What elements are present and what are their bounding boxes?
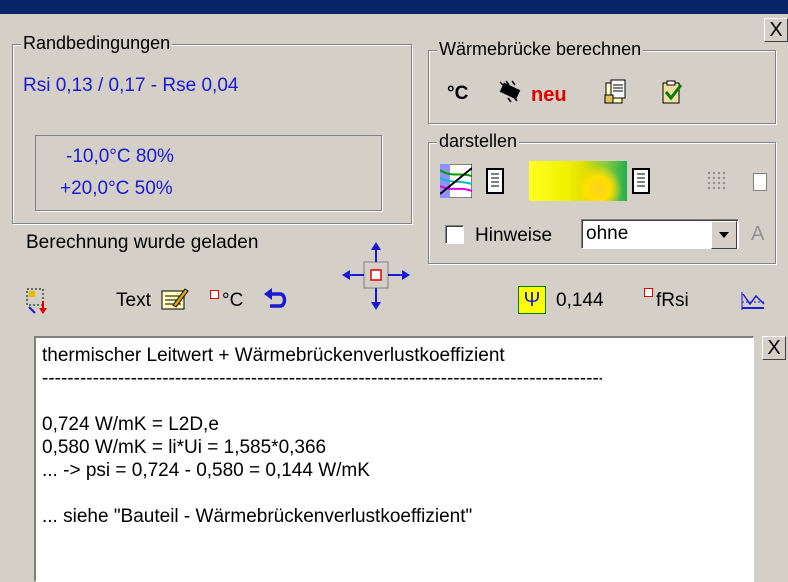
display-mode-select[interactable]: ohne bbox=[581, 219, 739, 249]
waermebruecke-legend: Wärmebrücke berechnen bbox=[437, 39, 644, 60]
output-line: ----------------------------------------… bbox=[42, 368, 602, 389]
resistance-values[interactable]: Rsi 0,13 / 0,17 - Rse 0,04 bbox=[23, 75, 238, 97]
close-icon: X bbox=[767, 337, 781, 359]
text-edit-icon[interactable] bbox=[158, 284, 190, 314]
title-bar bbox=[0, 0, 788, 14]
toolbar-celsius-button[interactable]: °C bbox=[222, 290, 243, 312]
darstellen-group: darstellen Hinweise ohne A bbox=[428, 131, 776, 264]
grid-checkbox[interactable] bbox=[753, 173, 767, 191]
output-close-button[interactable]: X bbox=[762, 336, 786, 360]
document-icon[interactable] bbox=[601, 77, 631, 107]
chip-icon[interactable] bbox=[495, 77, 525, 107]
randbedingungen-legend: Randbedingungen bbox=[21, 33, 173, 54]
celsius-calc-button[interactable]: °C bbox=[447, 83, 468, 105]
display-mode-value: ohne bbox=[586, 223, 629, 244]
frsi-button[interactable]: fRsi bbox=[656, 290, 689, 312]
window-close-button[interactable]: X bbox=[764, 18, 788, 42]
dropdown-button[interactable] bbox=[711, 221, 737, 249]
hinweise-label: Hinweise bbox=[475, 225, 553, 246]
legend-icon-1[interactable] bbox=[483, 167, 507, 195]
output-lines: thermischer Leitwert + Wärmebrückenverlu… bbox=[42, 344, 747, 528]
status-text: Berechnung wurde geladen bbox=[26, 232, 259, 253]
darstellen-legend: darstellen bbox=[437, 131, 520, 152]
frsi-marker-icon bbox=[644, 288, 653, 297]
psi-icon: Ψ bbox=[523, 288, 541, 311]
color-gradient-icon bbox=[579, 161, 627, 201]
text-label: Text bbox=[116, 290, 151, 311]
move-arrows-icon bbox=[342, 242, 410, 310]
color-view-button[interactable] bbox=[529, 161, 627, 201]
climate-box[interactable]: -10,0°C 80% +20,0°C 50% bbox=[35, 135, 382, 211]
randbedingungen-group: Randbedingungen Rsi 0,13 / 0,17 - Rse 0,… bbox=[12, 33, 412, 224]
psi-button[interactable]: Ψ bbox=[518, 286, 546, 314]
psi-value: 0,144 bbox=[556, 290, 604, 311]
undo-icon[interactable] bbox=[260, 286, 290, 314]
selection-arrow-icon[interactable] bbox=[24, 286, 54, 316]
output-line: 0,724 W/mK = L2D,e bbox=[42, 414, 219, 435]
output-line: ... siehe "Bauteil - Wärmebrückenverlust… bbox=[42, 506, 473, 527]
output-line: ... -> psi = 0,724 - 0,580 = 0,144 W/mK bbox=[42, 460, 370, 481]
hinweise-checkbox[interactable] bbox=[445, 225, 464, 244]
climate-inside: +20,0°C 50% bbox=[60, 178, 173, 199]
chevron-down-icon bbox=[719, 232, 729, 238]
clipboard-check-icon[interactable] bbox=[657, 77, 687, 107]
neu-button[interactable]: neu bbox=[531, 84, 567, 107]
close-icon: X bbox=[769, 19, 783, 41]
output-line: 0,580 W/mK = li*Ui = 1,585*0,366 bbox=[42, 437, 327, 458]
legend-icon-2[interactable] bbox=[629, 167, 653, 195]
isotherm-view-button[interactable] bbox=[439, 163, 473, 199]
grid-dots-icon[interactable] bbox=[705, 169, 729, 193]
waermebruecke-group: Wärmebrücke berechnen °C neu bbox=[428, 39, 776, 124]
move-arrows-button[interactable] bbox=[340, 240, 412, 312]
output-line: thermischer Leitwert + Wärmebrückenverlu… bbox=[42, 345, 505, 366]
climate-outside: -10,0°C 80% bbox=[66, 146, 174, 167]
isotherm-icon bbox=[440, 164, 472, 198]
font-button[interactable]: A bbox=[751, 223, 764, 246]
output-textarea[interactable]: thermischer Leitwert + Wärmebrückenverlu… bbox=[34, 336, 754, 582]
chart-icon[interactable] bbox=[738, 286, 768, 314]
marker-square-icon bbox=[210, 290, 219, 299]
